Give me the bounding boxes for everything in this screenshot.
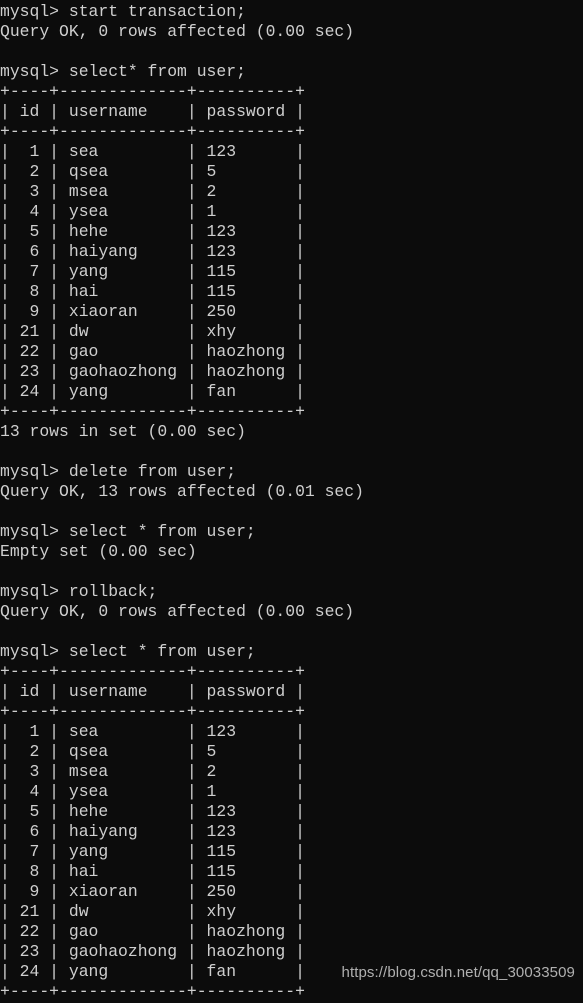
terminal-line: | 7 | yang | 115 | [0, 842, 305, 861]
terminal-line: | 9 | xiaoran | 250 | [0, 302, 305, 321]
terminal-line: | 5 | hehe | 123 | [0, 222, 305, 241]
terminal-line: | 1 | sea | 123 | [0, 142, 305, 161]
terminal-line: Query OK, 13 rows affected (0.01 sec) [0, 482, 364, 501]
terminal-line: | 7 | yang | 115 | [0, 262, 305, 281]
terminal-line: | id | username | password | [0, 682, 305, 701]
terminal-line: +----+-------------+----------+ [0, 662, 305, 681]
terminal-line: +----+-------------+----------+ [0, 82, 305, 101]
terminal-line: mysql> rollback; [0, 582, 158, 601]
terminal-line: mysql> delete from user; [0, 462, 237, 481]
terminal-line: | 22 | gao | haozhong | [0, 922, 305, 941]
terminal-line: +----+-------------+----------+ [0, 402, 305, 421]
terminal-output[interactable]: mysql> start transaction; Query OK, 0 row… [0, 0, 583, 1003]
terminal-line: | 2 | qsea | 5 | [0, 742, 305, 761]
terminal-line: | 3 | msea | 2 | [0, 182, 305, 201]
terminal-line: | 21 | dw | xhy | [0, 322, 305, 341]
terminal-line: | 4 | ysea | 1 | [0, 782, 305, 801]
terminal-line: | id | username | password | [0, 102, 305, 121]
terminal-line: | 4 | ysea | 1 | [0, 202, 305, 221]
terminal-line: +----+-------------+----------+ [0, 702, 305, 721]
terminal-line: | 9 | xiaoran | 250 | [0, 882, 305, 901]
terminal-line: | 5 | hehe | 123 | [0, 802, 305, 821]
terminal-line: | 21 | dw | xhy | [0, 902, 305, 921]
terminal-line: Empty set (0.00 sec) [0, 542, 197, 561]
terminal-line: | 23 | gaohaozhong | haozhong | [0, 942, 305, 961]
terminal-line: | 24 | yang | fan | [0, 382, 305, 401]
terminal-line: | 6 | haiyang | 123 | [0, 822, 305, 841]
terminal-line: +----+-------------+----------+ [0, 122, 305, 141]
terminal-line: | 1 | sea | 123 | [0, 722, 305, 741]
terminal-line: mysql> select * from user; [0, 642, 256, 661]
terminal-line: | 23 | gaohaozhong | haozhong | [0, 362, 305, 381]
terminal-line: mysql> select* from user; [0, 62, 246, 81]
terminal-line: mysql> start transaction; [0, 2, 246, 21]
watermark-url: https://blog.csdn.net/qq_30033509 [341, 964, 575, 981]
terminal-line: | 22 | gao | haozhong | [0, 342, 305, 361]
terminal-line: 13 rows in set (0.00 sec) [0, 422, 246, 441]
terminal-line: mysql> select * from user; [0, 522, 256, 541]
terminal-line: | 2 | qsea | 5 | [0, 162, 305, 181]
terminal-line: | 8 | hai | 115 | [0, 862, 305, 881]
terminal-line: Query OK, 0 rows affected (0.00 sec) [0, 602, 355, 621]
terminal-line: | 6 | haiyang | 123 | [0, 242, 305, 261]
terminal-line: +----+-------------+----------+ [0, 982, 305, 1001]
terminal-line: | 8 | hai | 115 | [0, 282, 305, 301]
terminal-line: Query OK, 0 rows affected (0.00 sec) [0, 22, 355, 41]
terminal-line: | 3 | msea | 2 | [0, 762, 305, 781]
